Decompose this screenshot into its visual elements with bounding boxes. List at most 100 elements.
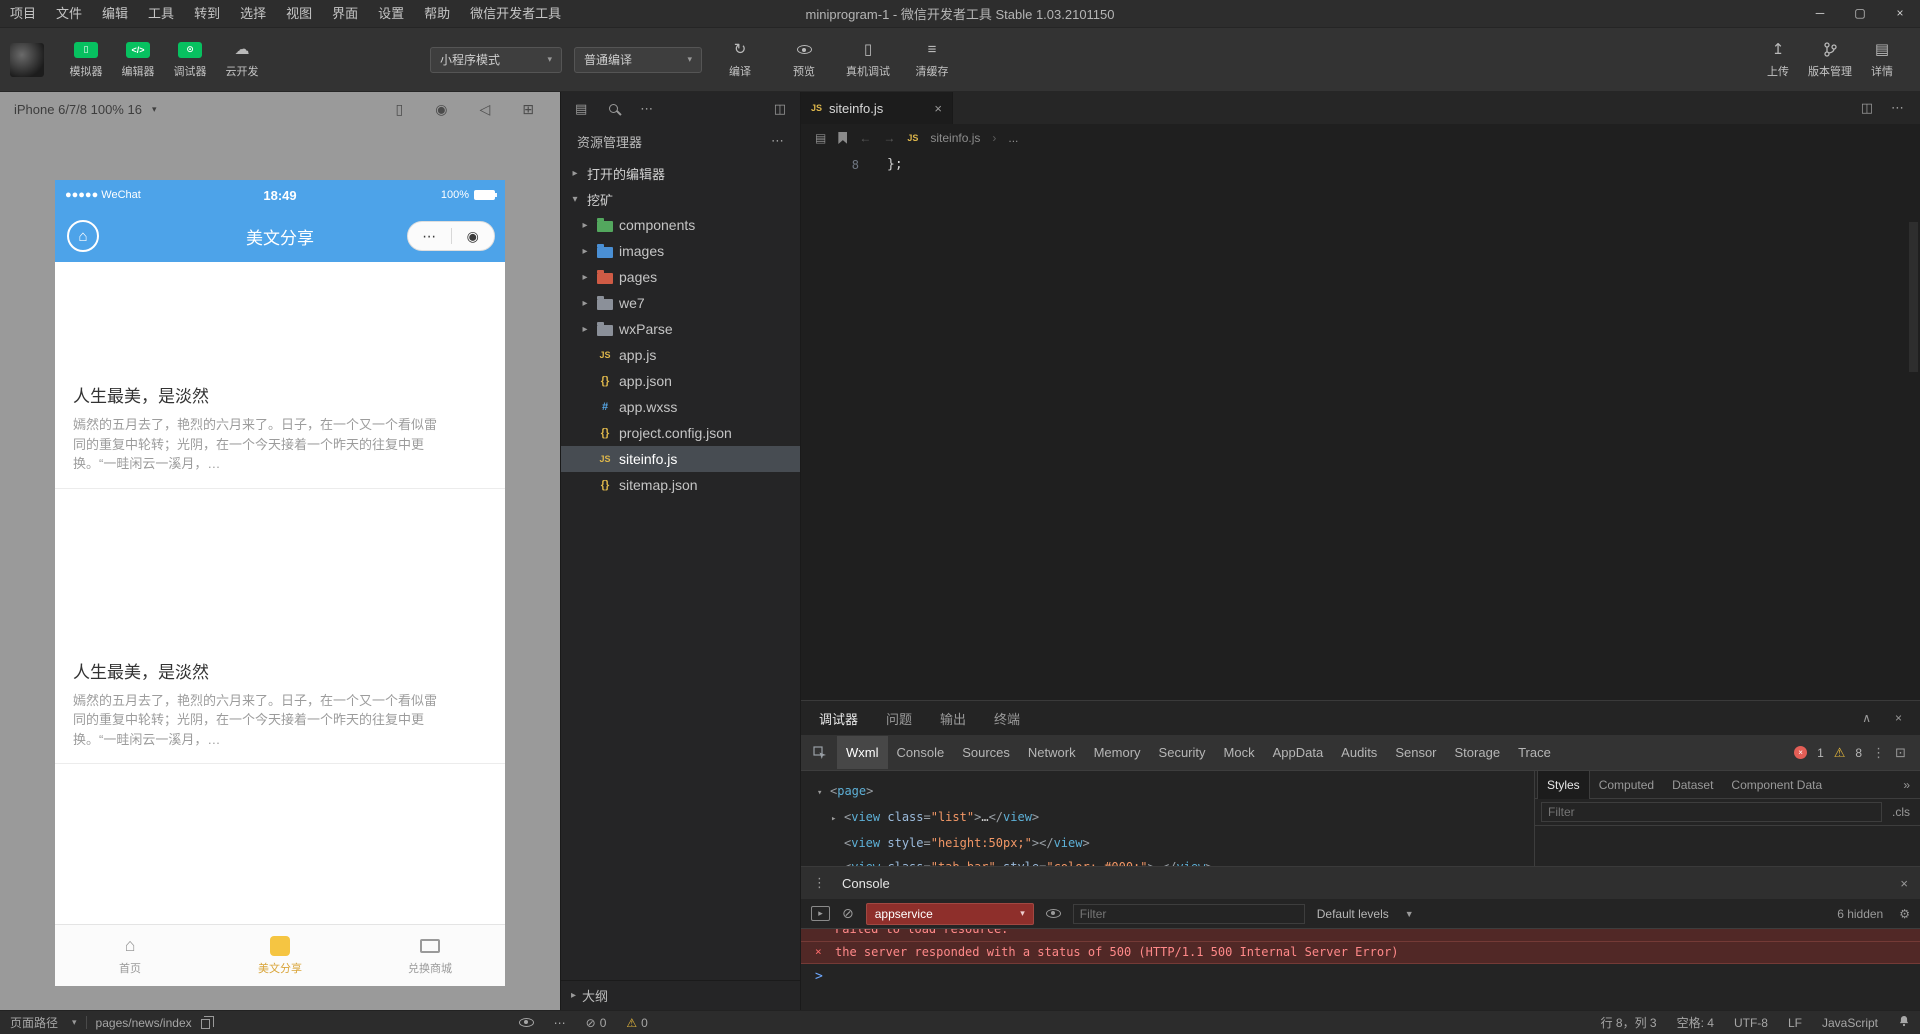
back-icon[interactable]: ← (859, 131, 871, 145)
article-card[interactable]: 人生最美，是淡然 嫣然的五月去了，艳烈的六月来了。日子，在一个又一个看似雷同的重… (55, 489, 505, 764)
rotate-device-icon[interactable]: ▯ (396, 101, 404, 118)
article-card[interactable]: 人生最美，是淡然 嫣然的五月去了，艳烈的六月来了。日子，在一个又一个看似雷同的重… (55, 262, 505, 489)
console-log-area[interactable]: Failed to load resource: × the server re… (801, 929, 1920, 984)
eager-eval-icon[interactable]: ▸ (811, 906, 830, 921)
tree-item-app-wxss[interactable]: # app.wxss (561, 394, 800, 420)
tree-item-siteinfo[interactable]: JS siteinfo.js (561, 446, 800, 472)
devtools-tab-wxml[interactable]: Wxml (837, 736, 888, 769)
indent-setting[interactable]: 空格: 4 (1677, 1014, 1714, 1031)
wxml-node[interactable]: <view style="height:50px;"></view> (817, 831, 1534, 855)
menu-item-settings[interactable]: 设置 (368, 0, 414, 28)
details-button[interactable]: ▤ 详情 (1856, 41, 1908, 79)
styles-filter-input[interactable] (1541, 802, 1882, 822)
error-log-row[interactable]: Failed to load resource: (801, 929, 1920, 942)
error-counter[interactable]: ⊘ 0 (586, 1016, 607, 1030)
warning-icon[interactable]: ⚠ (1834, 745, 1846, 761)
menu-item-edit[interactable]: 编辑 (92, 0, 138, 28)
panel-tab-problems[interactable]: 问题 (886, 709, 912, 728)
overflow-tabs-icon[interactable]: » (1903, 778, 1918, 792)
menu-item-interface[interactable]: 界面 (322, 0, 368, 28)
version-button[interactable]: 版本管理 (1804, 41, 1856, 79)
menu-item-file[interactable]: 文件 (46, 0, 92, 28)
styles-tab-computed[interactable]: Computed (1590, 771, 1663, 799)
warning-counter[interactable]: ⚠ 0 (626, 1016, 647, 1030)
cursor-position[interactable]: 行 8，列 3 (1601, 1014, 1657, 1031)
cloud-dev-button[interactable]: ☁ 云开发 (216, 41, 268, 79)
styles-tab-component-data[interactable]: Component Data (1722, 771, 1831, 799)
detach-window-icon[interactable]: ⊞ (522, 101, 534, 118)
error-badge-icon[interactable]: × (1794, 746, 1808, 759)
dock-side-icon[interactable]: ⊡ (1895, 745, 1906, 761)
breadcrumb-file[interactable]: siteinfo.js (930, 131, 980, 145)
panel-tab-debugger[interactable]: 调试器 (819, 709, 858, 728)
tree-item-sitemap[interactable]: {} sitemap.json (561, 472, 800, 498)
more-icon[interactable]: ⋯ (640, 101, 653, 117)
clear-cache-button[interactable]: ≡ 清缓存 (906, 41, 958, 79)
layout-icon[interactable]: ▤ (575, 101, 587, 117)
drawer-kebab-icon[interactable]: ⋮ (813, 875, 826, 891)
outline-icon[interactable]: ▤ (815, 131, 826, 145)
menu-item-goto[interactable]: 转到 (184, 0, 230, 28)
avatar[interactable] (10, 42, 44, 77)
tree-item-project-config[interactable]: {} project.config.json (561, 420, 800, 446)
eol-setting[interactable]: LF (1788, 1016, 1802, 1030)
devtools-tab-security[interactable]: Security (1150, 736, 1215, 769)
chevron-right-icon[interactable]: ▸ (831, 857, 844, 866)
language-mode[interactable]: JavaScript (1822, 1016, 1878, 1030)
remote-debug-button[interactable]: ▯ 真机调试 (842, 41, 894, 79)
page-path-value[interactable]: pages/news/index (96, 1016, 192, 1030)
devtools-tab-sources[interactable]: Sources (953, 736, 1019, 769)
compile-mode-select[interactable]: 普通编译 ▾ (574, 46, 702, 73)
search-icon[interactable] (609, 102, 619, 117)
eye-icon[interactable] (1045, 905, 1061, 923)
device-selector[interactable]: iPhone 6/7/8 100% 16 (14, 102, 142, 117)
log-levels-select[interactable]: Default levels ▼ (1317, 907, 1414, 921)
simulator-button[interactable]: ▯ 模拟器 (60, 41, 112, 79)
menu-item-project[interactable]: 项目 (0, 0, 46, 28)
sound-icon[interactable]: ◁ (479, 101, 490, 118)
more-actions-icon[interactable]: ⋯ (1891, 100, 1904, 116)
split-editor-icon[interactable]: ◫ (1861, 100, 1873, 116)
styles-tab-dataset[interactable]: Dataset (1663, 771, 1722, 799)
editor-button[interactable]: </> 编辑器 (112, 41, 164, 79)
page-path-selector[interactable]: 页面路径 ▾ (10, 1014, 77, 1031)
devtools-tab-console[interactable]: Console (888, 736, 954, 769)
wxml-node[interactable]: ▸<view class="tab-bar" style="color: #00… (817, 855, 1534, 866)
settings-gear-icon[interactable]: ⚙ (1899, 907, 1910, 921)
forward-icon[interactable]: → (883, 131, 895, 145)
tree-item-wxparse[interactable]: ▸ wxParse (561, 316, 800, 342)
tree-item-images[interactable]: ▸ images (561, 238, 800, 264)
tab-articles[interactable]: 美文分享 (205, 925, 355, 986)
close-drawer-icon[interactable]: × (1900, 876, 1908, 891)
panel-tab-terminal[interactable]: 终端 (994, 709, 1020, 728)
clear-console-icon[interactable]: ⊘ (842, 905, 854, 922)
menu-item-select[interactable]: 选择 (230, 0, 276, 28)
hidden-count[interactable]: 6 hidden (1837, 907, 1883, 921)
devtools-tab-appdata[interactable]: AppData (1264, 736, 1333, 769)
tree-item-app-json[interactable]: {} app.json (561, 368, 800, 394)
tree-item-pages[interactable]: ▸ pages (561, 264, 800, 290)
tree-item-app-js[interactable]: JS app.js (561, 342, 800, 368)
error-log-row[interactable]: × the server responded with a status of … (801, 942, 1920, 964)
close-tab-icon[interactable]: × (934, 101, 942, 116)
more-actions-icon[interactable]: ⋯ (771, 133, 784, 149)
console-prompt[interactable]: > (801, 964, 1920, 984)
devtools-tab-memory[interactable]: Memory (1085, 736, 1150, 769)
console-filter-input[interactable] (1072, 903, 1305, 924)
upload-button[interactable]: ↥ 上传 (1752, 41, 1804, 79)
scrollbar[interactable] (1909, 222, 1918, 372)
more-button[interactable]: ⋯ (408, 229, 451, 243)
outline-section[interactable]: ▸ 大纲 (561, 980, 800, 1010)
eye-icon[interactable] (518, 1016, 534, 1030)
tree-item-we7[interactable]: ▸ we7 (561, 290, 800, 316)
more-icon[interactable]: ⋯ (554, 1016, 566, 1030)
devtools-tab-mock[interactable]: Mock (1215, 736, 1264, 769)
copy-icon[interactable] (200, 1015, 214, 1029)
breadcrumb-more[interactable]: ... (1008, 131, 1018, 145)
context-select[interactable]: appservice ▾ (865, 902, 1034, 925)
menu-item-help[interactable]: 帮助 (414, 0, 460, 28)
bookmark-icon[interactable] (838, 132, 848, 144)
menu-item-devtools[interactable]: 微信开发者工具 (460, 0, 571, 28)
devtools-tab-audits[interactable]: Audits (1332, 736, 1386, 769)
encoding-setting[interactable]: UTF-8 (1734, 1016, 1768, 1030)
